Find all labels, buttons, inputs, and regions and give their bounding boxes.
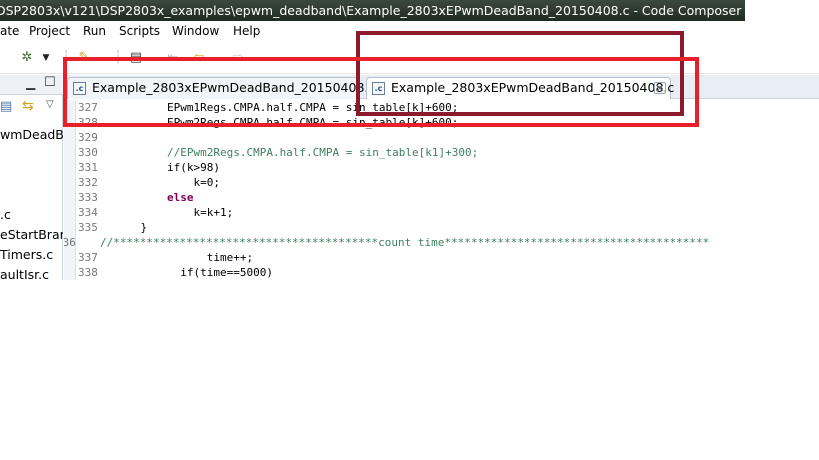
code-area[interactable]: 327 EPwm1Regs.CMPA.half.CMPA = sin_table… — [64, 100, 819, 280]
list-item[interactable]: aultIsr.c — [0, 267, 63, 282]
maximize-icon[interactable]: ☐ — [44, 75, 56, 90]
code-line: 329 — [78, 131, 98, 144]
window-title: DSP2803x\v121\DSP2803x_examples\epwm_dea… — [0, 3, 745, 18]
collapse-all-icon[interactable]: ▤ — [0, 99, 12, 114]
minimize-icon[interactable]: ▁ — [26, 76, 35, 90]
code-line: 337 time++; — [78, 251, 254, 264]
list-item[interactable]: eStartBrar — [0, 227, 63, 242]
link-editor-icon[interactable]: ⇆ — [22, 98, 34, 114]
dropdown-icon[interactable]: ▼ — [38, 50, 54, 66]
editor-gutter — [64, 100, 76, 280]
debug-icon[interactable]: ✲ — [19, 50, 35, 66]
code-line: 333 else — [78, 191, 194, 204]
project-explorer: ▁ ☐ ▤ ⇆ ▽ wmDeadBa .c eStartBrar Timers.… — [0, 75, 63, 282]
project-explorer-header: ▁ ☐ — [0, 75, 63, 95]
code-line: 335 } — [78, 221, 148, 234]
code-line: 334 k=k+1; — [78, 206, 234, 219]
menu-item-project[interactable]: Project — [29, 21, 70, 41]
project-explorer-controls: ▤ ⇆ ▽ — [0, 97, 63, 117]
list-item[interactable]: wmDeadBa — [0, 127, 63, 142]
highlight-box-red — [63, 57, 699, 127]
code-line: 336//***********************************… — [64, 236, 710, 249]
code-line: 330 //EPwm2Regs.CMPA.half.CMPA = sin_tab… — [78, 146, 479, 159]
menu-item-navigate[interactable]: ate — [0, 21, 19, 41]
window-title-bar: DSP2803x\v121\DSP2803x_examples\epwm_dea… — [0, 0, 745, 21]
list-item[interactable]: .c — [0, 207, 63, 222]
menu-item-window[interactable]: Window — [172, 21, 219, 41]
code-line: 331 if(k>98) — [78, 161, 220, 174]
code-line: 332 k=0; — [78, 176, 220, 189]
list-item[interactable]: Timers.c — [0, 247, 63, 262]
menu-item-run[interactable]: Run — [83, 21, 106, 41]
menu-item-help[interactable]: Help — [233, 21, 260, 41]
view-menu-icon[interactable]: ▽ — [46, 99, 54, 110]
code-line: 338 if(time==5000) — [78, 266, 273, 279]
menu-item-scripts[interactable]: Scripts — [119, 21, 160, 41]
